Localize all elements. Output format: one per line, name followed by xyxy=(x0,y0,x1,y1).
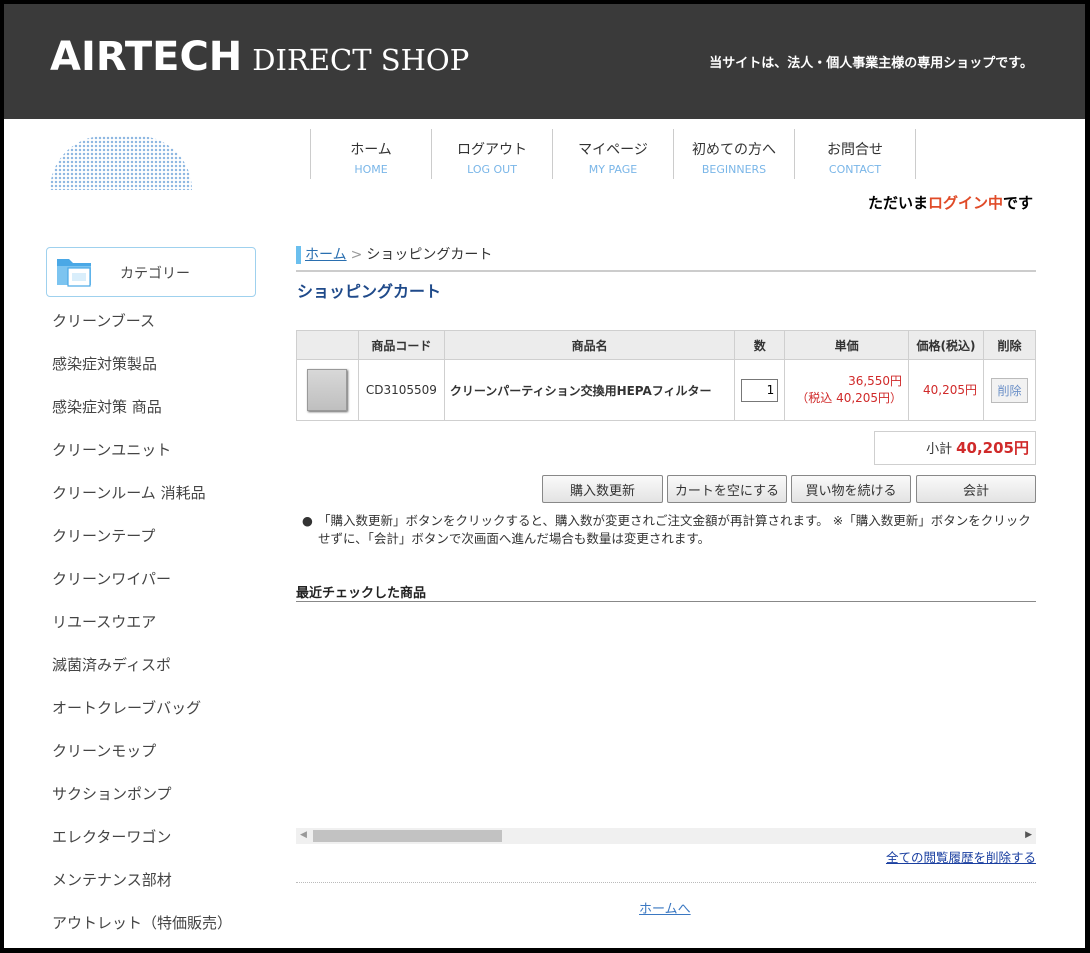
global-nav: ホーム HOME ログアウト LOG OUT マイページ MY PAGE 初めて… xyxy=(310,129,916,179)
nav-home-sublabel: HOME xyxy=(354,163,388,176)
col-header-delete: 削除 xyxy=(982,330,1037,360)
login-status-pre: ただいま xyxy=(867,194,928,212)
breadcrumb: ホーム > ショッピングカート xyxy=(296,246,1036,264)
site-header: AIRTECH DIRECT SHOP 当サイトは、法人・個人事業主様の専用ショッ… xyxy=(4,4,1085,119)
logo-brand: AIRTECH xyxy=(50,34,243,80)
category-item[interactable]: クリーンルーム 消耗品 xyxy=(52,472,232,515)
table-row: CD3105509 クリーンパーティション交換用HEPAフィルター 36,550… xyxy=(296,359,1037,421)
continue-shopping-button[interactable]: 買い物を続ける xyxy=(791,475,911,503)
nav-contact-label: お問合せ xyxy=(827,142,883,158)
quantity-input[interactable] xyxy=(741,378,779,402)
category-header[interactable]: カテゴリー xyxy=(46,247,256,297)
category-item[interactable]: 感染症対策 商品 xyxy=(52,386,232,429)
breadcrumb-divider xyxy=(296,270,1036,272)
product-thumbnail[interactable] xyxy=(307,369,348,411)
login-status-post: です xyxy=(1002,194,1033,212)
unit-price: 36,550円 xyxy=(848,374,903,388)
col-header-price: 価格(税込) xyxy=(908,330,984,360)
category-item[interactable]: リユースウエア xyxy=(52,601,232,644)
clear-history-link[interactable]: 全ての閲覧履歴を削除する xyxy=(886,847,1036,866)
nav-mypage-label: マイページ xyxy=(578,142,648,158)
nav-mypage[interactable]: マイページ MY PAGE xyxy=(553,129,674,179)
qty-cell xyxy=(734,359,786,421)
cart-header-row: 商品コード 商品名 数 単価 価格(税込) 削除 xyxy=(296,330,1037,360)
scrollbar-thumb[interactable] xyxy=(313,830,502,842)
category-item[interactable]: エレクターワゴン xyxy=(52,816,232,859)
nav-beginners[interactable]: 初めての方へ BEGINNERS xyxy=(674,129,795,179)
price-tax-included: 40,205円 xyxy=(908,359,984,421)
cart-note-text: 「購入数更新」ボタンをクリックすると、購入数が変更されご注文金額が再計算されます… xyxy=(318,513,1031,546)
logo-shop: DIRECT SHOP xyxy=(252,43,470,77)
col-header-image xyxy=(296,330,359,360)
category-item[interactable]: クリーンワイパー xyxy=(52,558,232,601)
nav-contact[interactable]: お問合せ CONTACT xyxy=(795,129,916,179)
category-item[interactable]: クリーンユニット xyxy=(52,429,232,472)
horizontal-scrollbar[interactable]: ◀ ▶ xyxy=(296,828,1036,844)
category-item[interactable]: メンテナンス部材 xyxy=(52,859,232,902)
login-status-highlight: ログイン中 xyxy=(927,194,1003,212)
nav-home-label: ホーム xyxy=(350,142,392,158)
page-title: ショッピングカート xyxy=(297,282,442,301)
category-list: クリーンブース 感染症対策製品 感染症対策 商品 クリーンユニット クリーンルー… xyxy=(52,300,232,945)
category-item[interactable]: 感染症対策製品 xyxy=(52,343,232,386)
subtotal-box: 小計 40,205円 xyxy=(874,431,1036,465)
col-header-qty: 数 xyxy=(734,330,786,360)
empty-cart-button[interactable]: カートを空にする xyxy=(667,475,787,503)
checkout-button[interactable]: 会計 xyxy=(916,475,1036,503)
category-item[interactable]: クリーンテープ xyxy=(52,515,232,558)
delete-button[interactable]: 削除 xyxy=(990,377,1028,403)
product-name[interactable]: クリーンパーティション交換用HEPAフィルター xyxy=(443,359,736,421)
nav-mypage-sublabel: MY PAGE xyxy=(588,163,638,176)
cart-note: ● 「購入数更新」ボタンをクリックすると、購入数が変更されご注文金額が再計算されま… xyxy=(300,512,1040,548)
update-quantity-button[interactable]: 購入数更新 xyxy=(542,475,663,503)
category-item[interactable]: アウトレット（特価販売） xyxy=(52,902,232,945)
recent-products-divider xyxy=(296,601,1036,602)
breadcrumb-separator: > xyxy=(350,247,363,263)
category-item[interactable]: サクションポンプ xyxy=(52,773,232,816)
breadcrumb-current: ショッピングカート xyxy=(366,247,493,263)
site-logo[interactable]: AIRTECH DIRECT SHOP xyxy=(50,34,469,80)
login-status: ただいまログイン中です xyxy=(868,192,1033,213)
product-thumbnail-cell xyxy=(296,359,359,421)
dot-pattern-decoration xyxy=(50,136,192,190)
delete-cell: 削除 xyxy=(982,359,1037,421)
nav-beginners-sublabel: BEGINNERS xyxy=(701,163,767,176)
footer-divider xyxy=(296,882,1036,883)
scroll-right-icon[interactable]: ▶ xyxy=(1025,830,1032,840)
col-header-code: 商品コード xyxy=(357,330,445,360)
header-tagline: 当サイトは、法人・個人事業主様の専用ショップです。 xyxy=(709,56,1033,71)
category-item[interactable]: クリーンモップ xyxy=(52,730,232,773)
bullet-icon: ● xyxy=(302,513,313,528)
breadcrumb-home-link[interactable]: ホーム xyxy=(305,247,347,263)
cart-table: 商品コード 商品名 数 単価 価格(税込) 削除 CD3105509 クリーンパ… xyxy=(296,330,1037,421)
page-frame: AIRTECH DIRECT SHOP 当サイトは、法人・個人事業主様の専用ショッ… xyxy=(4,4,1085,948)
col-header-name: 商品名 xyxy=(443,330,736,360)
folder-icon xyxy=(57,259,91,287)
nav-logout-label: ログアウト xyxy=(457,142,527,158)
recent-products-title: 最近チェックした商品 xyxy=(296,586,427,601)
nav-logout-sublabel: LOG OUT xyxy=(467,163,517,176)
subtotal-label: 小計 xyxy=(926,442,953,457)
scroll-left-icon[interactable]: ◀ xyxy=(300,830,307,840)
category-item[interactable]: クリーンブース xyxy=(52,300,232,343)
subtotal-amount: 40,205円 xyxy=(956,439,1029,457)
nav-logout[interactable]: ログアウト LOG OUT xyxy=(432,129,553,179)
product-code: CD3105509 xyxy=(357,359,445,421)
nav-contact-sublabel: CONTACT xyxy=(828,163,882,176)
category-item[interactable]: オートクレーブバッグ xyxy=(52,687,232,730)
footer-home-link[interactable]: ホームへ xyxy=(639,898,691,917)
col-header-unit-price: 単価 xyxy=(784,330,910,360)
nav-beginners-label: 初めての方へ xyxy=(692,142,776,158)
unit-price-tax: （税込 40,205円） xyxy=(796,391,903,405)
nav-home[interactable]: ホーム HOME xyxy=(311,129,432,179)
category-item[interactable]: 滅菌済みディスポ xyxy=(52,644,232,687)
category-title: カテゴリー xyxy=(120,266,190,282)
unit-price-cell: 36,550円 （税込 40,205円） xyxy=(784,359,910,421)
